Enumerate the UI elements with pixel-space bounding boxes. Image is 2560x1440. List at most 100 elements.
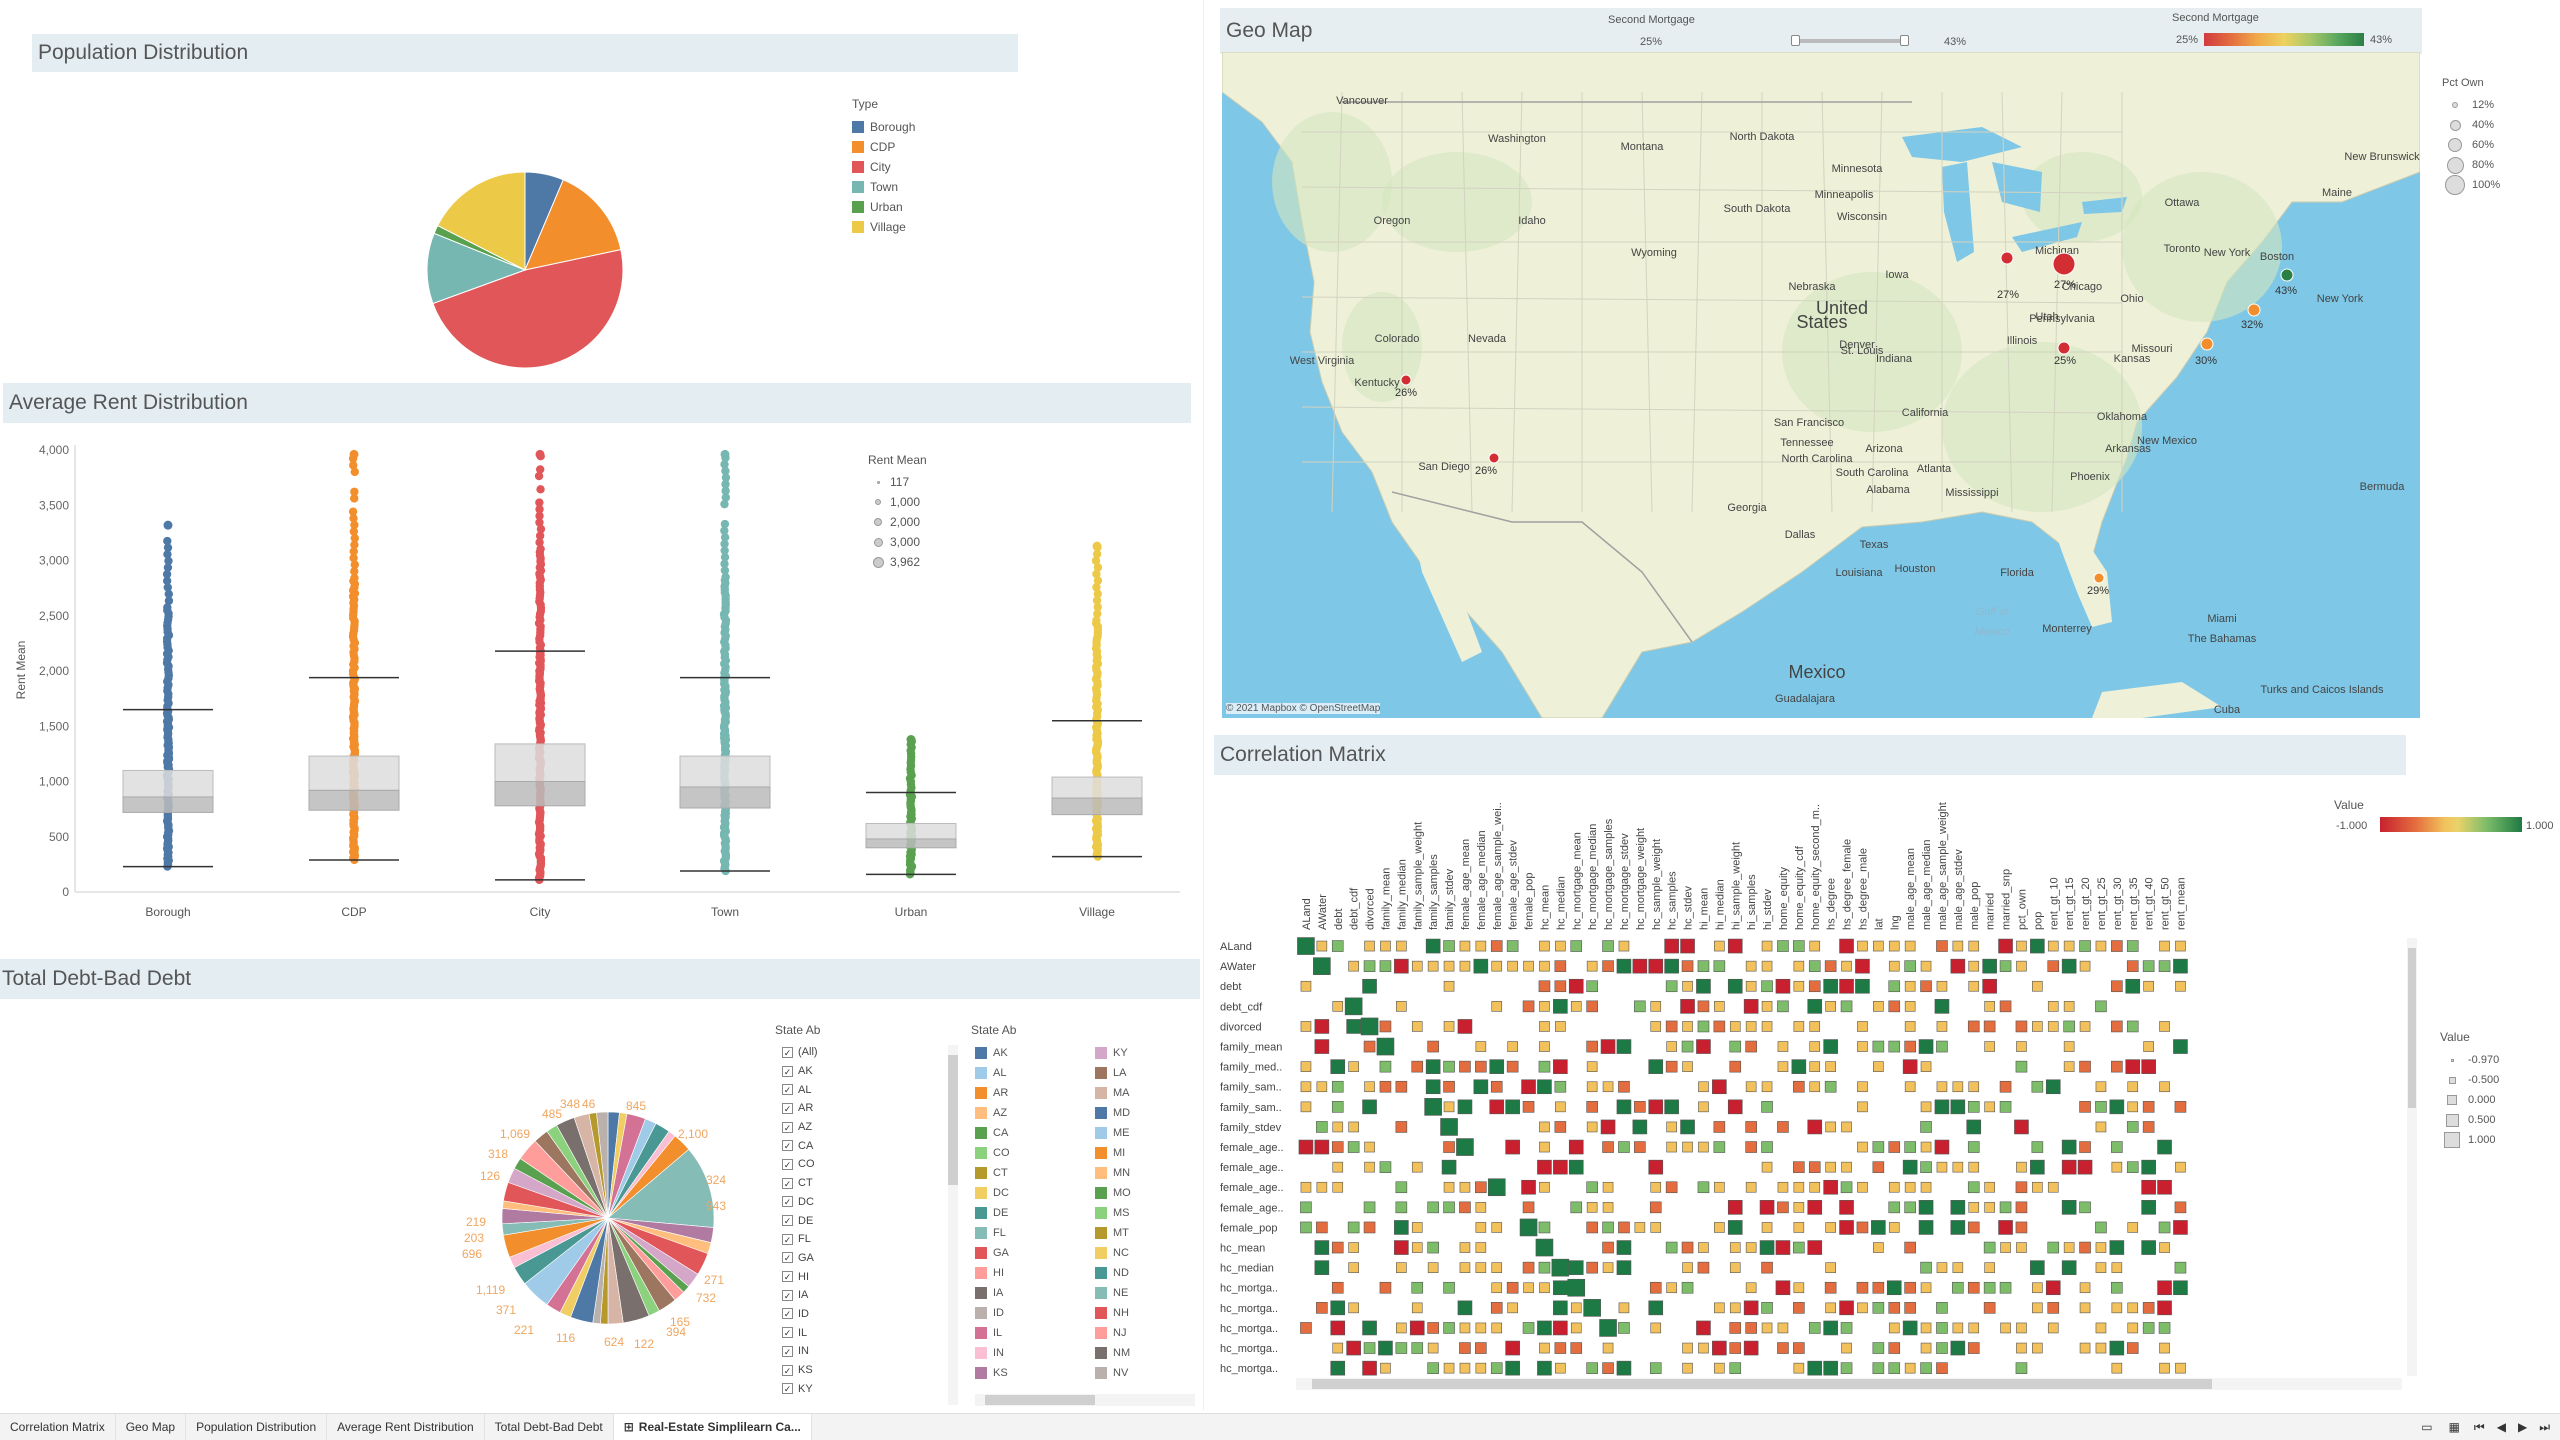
corr-cell <box>1522 1180 1536 1194</box>
rent-boxplot[interactable]: 0 500 1,000 1,500 2,000 2,500 3,000 3,500 4,000 R… <box>0 430 1190 930</box>
checkbox-checked-icon[interactable]: ✓ <box>782 1252 793 1263</box>
corr-cell <box>1824 1040 1838 1054</box>
checkbox-checked-icon[interactable]: ✓ <box>782 1290 793 1301</box>
state-filter-item[interactable]: ✓ CO <box>782 1155 818 1174</box>
geo-attribution[interactable]: © 2021 Mapbox © OpenStreetMap <box>1226 703 1380 714</box>
checkbox-checked-icon[interactable]: ✓ <box>782 1234 793 1245</box>
state-filter-item[interactable]: ✓ GA <box>782 1249 818 1268</box>
next-sheet-icon[interactable]: ▶ <box>2518 1420 2527 1434</box>
corr-vscrollbar-thumb[interactable] <box>2408 948 2416 1108</box>
checkbox-checked-icon[interactable]: ✓ <box>782 1308 793 1319</box>
map-place-label: Oklahoma <box>2097 411 2148 423</box>
legend-swatch <box>1095 1047 1107 1059</box>
corr-cell <box>2096 1343 2106 1353</box>
corr-hscrollbar-thumb[interactable] <box>1312 1379 2212 1389</box>
state-filter-item[interactable]: ✓ AZ <box>782 1118 818 1137</box>
corr-hscrollbar[interactable] <box>1296 1378 2402 1390</box>
checkbox-checked-icon[interactable]: ✓ <box>782 1271 793 1282</box>
corr-cell <box>1744 999 1758 1013</box>
checkbox-checked-icon[interactable]: ✓ <box>782 1178 793 1189</box>
corr-cell <box>1714 961 1725 972</box>
geo-param-slider-handle-right[interactable] <box>1900 35 1909 46</box>
state-legend-hscrollbar-thumb[interactable] <box>985 1395 1095 1405</box>
corr-matrix[interactable]: ALand AWater debt debt_cdf divorced family_me… <box>1214 778 2414 1390</box>
corr-cell <box>1332 1282 1343 1293</box>
checkbox-checked-icon[interactable]: ✓ <box>782 1215 793 1226</box>
map-marker-label: 27% <box>2054 279 2076 291</box>
legend-label: 100% <box>2472 179 2500 191</box>
tab-dashboard[interactable]: ⊞ Real-Estate Simplilearn Ca... <box>614 1414 812 1440</box>
first-sheet-icon[interactable]: ⏮ <box>2474 1420 2485 1435</box>
corr-cell <box>1524 961 1534 971</box>
state-filter-item[interactable]: ✓ DC <box>782 1193 818 1212</box>
last-sheet-icon[interactable]: ⏭ <box>2539 1420 2550 1435</box>
state-filter-item[interactable]: ✓ ID <box>782 1305 818 1324</box>
checkbox-checked-icon[interactable]: ✓ <box>782 1365 793 1376</box>
state-filter-item[interactable]: ✓ KY <box>782 1379 818 1398</box>
checkbox-checked-icon[interactable]: ✓ <box>782 1084 793 1095</box>
corr-cell <box>1921 1162 1932 1173</box>
state-filter-item[interactable]: ✓ FL <box>782 1230 818 1249</box>
tab-average-rent-distribution[interactable]: Average Rent Distribution <box>327 1414 485 1440</box>
checkbox-checked-icon[interactable]: ✓ <box>782 1196 793 1207</box>
checkbox-checked-icon[interactable]: ✓ <box>782 1346 793 1357</box>
state-filter-item[interactable]: ✓ CT <box>782 1174 818 1193</box>
checkbox-checked-icon[interactable]: ✓ <box>782 1122 793 1133</box>
population-pie[interactable] <box>400 150 650 390</box>
geo-param-min: 25% <box>1640 36 1662 48</box>
corr-vscrollbar[interactable] <box>2407 938 2417 1376</box>
state-filter-item[interactable]: ✓ IL <box>782 1323 818 1342</box>
state-legend-item: ND <box>1095 1263 1131 1283</box>
corr-cell <box>1651 1021 1661 1031</box>
legend-label: 3,962 <box>890 555 920 569</box>
geo-map-canvas[interactable]: Vancouver Washington Montana North Dakota Mi… <box>1222 52 2420 718</box>
state-legend-item: FL <box>975 1223 1010 1243</box>
grid-view-icon[interactable]: ▦ <box>2449 1420 2460 1434</box>
state-filter-item[interactable]: ✓ (All) <box>782 1043 818 1062</box>
geo-param-slider-handle-left[interactable] <box>1791 35 1800 46</box>
rent-point <box>907 735 916 744</box>
checkbox-checked-icon[interactable]: ✓ <box>782 1066 793 1077</box>
checkbox-checked-icon[interactable]: ✓ <box>782 1159 793 1170</box>
corr-cell <box>1665 939 1679 953</box>
state-legend-scrollbar[interactable] <box>948 1045 958 1405</box>
state-legend-hscrollbar[interactable] <box>975 1394 1195 1406</box>
debt-pie[interactable]: 348 46 845 2,100 485 1,069 318 126 324 943 219 203 6… <box>460 1080 750 1350</box>
checkbox-checked-icon[interactable]: ✓ <box>782 1140 793 1151</box>
tab-total-debt[interactable]: Total Debt-Bad Debt <box>485 1414 614 1440</box>
state-filter-item[interactable]: ✓ CA <box>782 1136 818 1155</box>
corr-cell <box>1730 1263 1740 1273</box>
state-filter-item[interactable]: ✓ IN <box>782 1342 818 1361</box>
state-filter-list[interactable]: ✓ (All) ✓ AK ✓ AL ✓ AR ✓ AZ ✓ CA ✓ CO ✓ CT ✓ DC ✓ DE ✓ FL ✓ GA ✓… <box>782 1043 818 1398</box>
corr-col-header: family_samples <box>1428 854 1440 930</box>
checkbox-checked-icon[interactable]: ✓ <box>782 1327 793 1338</box>
tab-geo-map[interactable]: Geo Map <box>116 1414 186 1440</box>
corr-cell <box>1696 979 1710 993</box>
map-place-label: Vancouver <box>1336 95 1388 107</box>
tab-correlation-matrix[interactable]: Correlation Matrix <box>0 1414 116 1440</box>
geo-param-slider[interactable] <box>1796 39 1906 43</box>
map-place-label: Colorado <box>1375 333 1420 345</box>
checkbox-checked-icon[interactable]: ✓ <box>782 1103 793 1114</box>
corr-cell <box>2127 1162 2138 1173</box>
state-filter-item[interactable]: ✓ AR <box>782 1099 818 1118</box>
checkbox-checked-icon[interactable]: ✓ <box>782 1383 793 1394</box>
prev-sheet-icon[interactable]: ◀ <box>2497 1420 2506 1434</box>
legend-swatch <box>1095 1287 1107 1299</box>
state-legend-scrollbar-thumb[interactable] <box>948 1055 958 1185</box>
geo-map-area[interactable]: Vancouver Washington Montana North Dakota Mi… <box>1222 52 2420 718</box>
checkbox-checked-icon[interactable]: ✓ <box>782 1047 793 1058</box>
state-filter-item[interactable]: ✓ AL <box>782 1080 818 1099</box>
present-mode-icon[interactable]: ▭ <box>2421 1420 2432 1434</box>
state-filter-item[interactable]: ✓ KS <box>782 1361 818 1380</box>
tab-population-distribution[interactable]: Population Distribution <box>186 1414 327 1440</box>
legend-label: NM <box>1113 1347 1130 1359</box>
corr-cell <box>2080 1142 2091 1153</box>
corr-cell <box>1841 1322 1852 1333</box>
state-filter-item[interactable]: ✓ HI <box>782 1267 818 1286</box>
corr-cell <box>2048 1182 2058 1192</box>
state-filter-item[interactable]: ✓ DE <box>782 1211 818 1230</box>
state-filter-item[interactable]: ✓ IA <box>782 1286 818 1305</box>
corr-cell <box>1921 961 1931 971</box>
state-filter-item[interactable]: ✓ AK <box>782 1062 818 1081</box>
